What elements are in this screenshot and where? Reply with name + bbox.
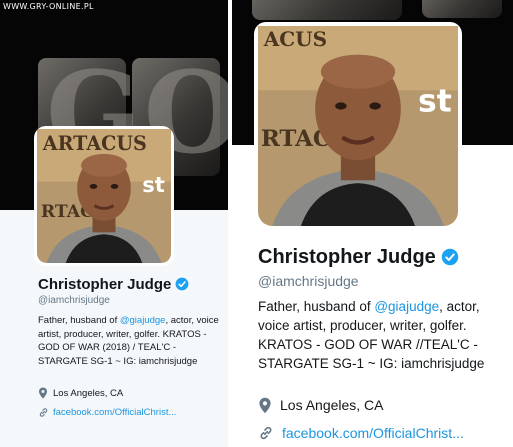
verified-badge-icon bbox=[441, 248, 459, 266]
profile-card-old: GO WWW.GRY-ONLINE.PL ARTACUS RTACS st Ch… bbox=[0, 0, 228, 447]
link-chain-icon bbox=[38, 407, 49, 418]
profile-handle[interactable]: @iamchrisjudge bbox=[258, 273, 359, 289]
profile-name-row: Christopher Judge bbox=[38, 274, 189, 294]
watermark: WWW.GRY-ONLINE.PL bbox=[3, 2, 94, 11]
profile-location: Los Angeles, CA bbox=[53, 387, 124, 399]
bio-text: Father, husband of bbox=[258, 299, 375, 314]
location-pin-icon bbox=[258, 397, 272, 414]
profile-location-row: Los Angeles, CA bbox=[258, 395, 384, 415]
profile-website-row: facebook.com/OfficialChrist... bbox=[38, 405, 176, 419]
profile-website-link[interactable]: facebook.com/OfficialChrist... bbox=[53, 407, 176, 418]
profile-avatar[interactable]: ACUS RTACS st bbox=[254, 22, 462, 230]
profile-name[interactable]: Christopher Judge bbox=[38, 276, 171, 293]
poster-text: ACUS bbox=[263, 27, 327, 51]
avatar-photo: ACUS RTACS st bbox=[258, 26, 458, 226]
avatar-photo: ARTACUS RTACS st bbox=[37, 129, 171, 263]
bio-mention-link[interactable]: @giajudge bbox=[120, 315, 166, 326]
profile-location: Los Angeles, CA bbox=[280, 397, 384, 413]
link-chain-icon bbox=[258, 425, 274, 441]
banner-art bbox=[252, 0, 402, 20]
bio-text: Father, husband of bbox=[38, 315, 120, 326]
banner-art bbox=[422, 0, 502, 18]
profile-bio: Father, husband of @giajudge, actor, voi… bbox=[258, 297, 511, 373]
poster-text: ARTACUS bbox=[42, 132, 147, 155]
profile-location-row: Los Angeles, CA bbox=[38, 386, 123, 400]
profile-name-row: Christopher Judge bbox=[258, 244, 459, 270]
svg-text:st: st bbox=[418, 84, 452, 120]
profile-handle[interactable]: @iamchrisjudge bbox=[38, 295, 110, 306]
profile-name[interactable]: Christopher Judge bbox=[258, 246, 436, 269]
location-pin-icon bbox=[38, 387, 48, 399]
profile-bio: Father, husband of @giajudge, actor, voi… bbox=[38, 314, 224, 368]
bio-mention-link[interactable]: @giajudge bbox=[374, 299, 439, 314]
profile-card-new: ACUS RTACS st Christopher Judge @iamchri… bbox=[232, 0, 513, 447]
profile-avatar[interactable]: ARTACUS RTACS st bbox=[34, 126, 174, 266]
profile-website-row: facebook.com/OfficialChrist... bbox=[258, 423, 464, 443]
verified-badge-icon bbox=[175, 277, 189, 291]
svg-text:st: st bbox=[142, 172, 165, 197]
profile-website-link[interactable]: facebook.com/OfficialChrist... bbox=[282, 425, 464, 441]
